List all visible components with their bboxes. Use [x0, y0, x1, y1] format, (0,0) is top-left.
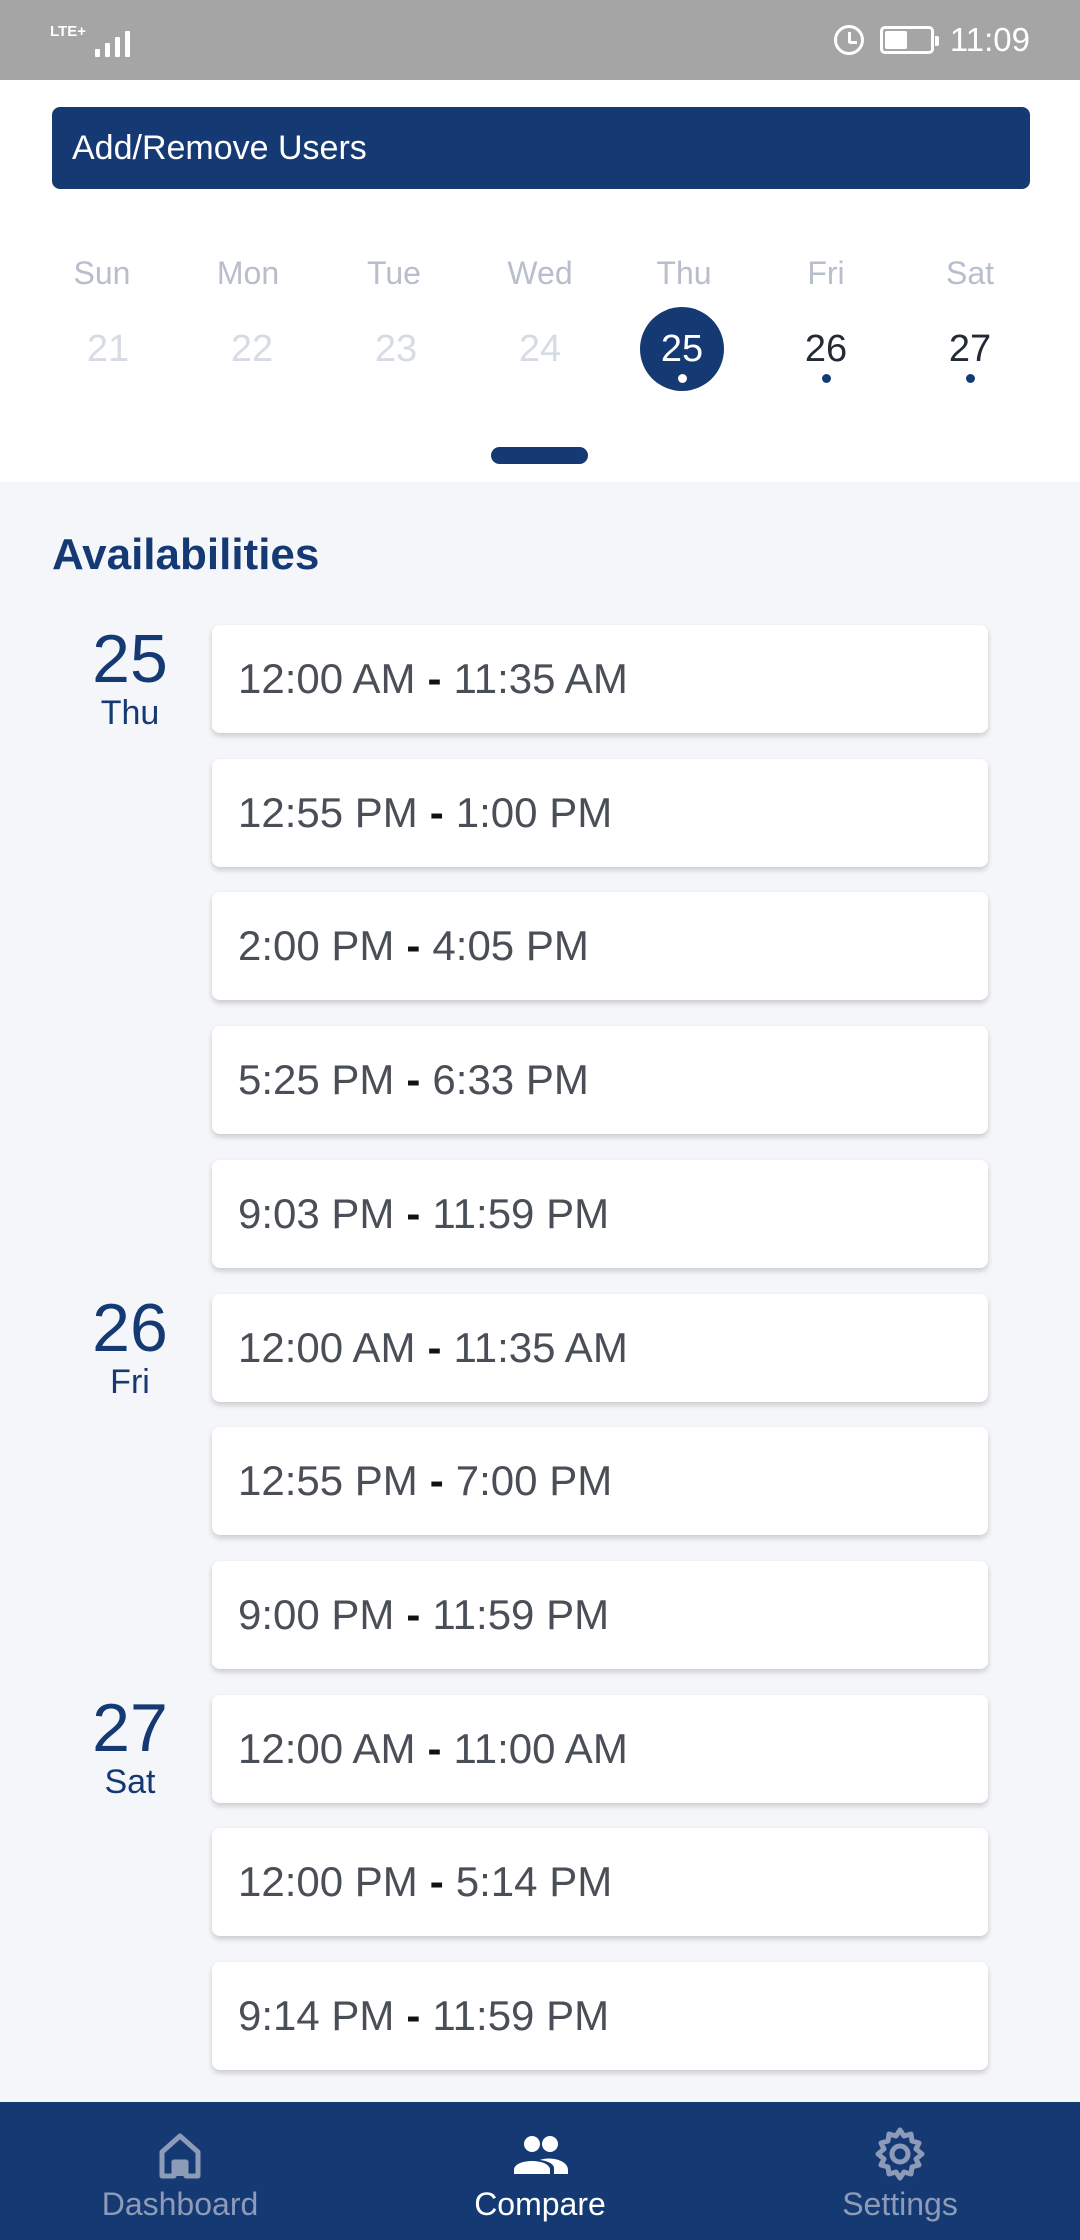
- people-icon: [510, 2126, 570, 2182]
- day-21-button: 21: [66, 307, 150, 391]
- nav-compare[interactable]: Compare: [360, 2102, 720, 2240]
- nav-dashboard[interactable]: Dashboard: [0, 2102, 360, 2240]
- slot-start-time: 12:00 AM: [238, 655, 416, 702]
- slot-end-time: 4:05 PM: [432, 922, 589, 969]
- slot-separator: -: [406, 1591, 421, 1638]
- nav-label: Compare: [474, 2185, 606, 2222]
- availabilities-title: Availabilities: [52, 530, 320, 579]
- slot-end-time: 11:59 PM: [432, 1992, 610, 2039]
- date-label-day-number: 25: [92, 621, 168, 697]
- slot-separator: -: [429, 1858, 444, 1905]
- week-scroll-indicator[interactable]: [491, 447, 588, 464]
- nav-settings[interactable]: Settings: [720, 2102, 1080, 2240]
- day-24-button: 24: [498, 307, 582, 391]
- slot-separator: -: [406, 1992, 421, 2039]
- day-22-button: 22: [210, 307, 294, 391]
- slot-start-time: 12:55 PM: [238, 1457, 418, 1504]
- status-bar: LTE+ 11:09: [0, 0, 1080, 80]
- slot-end-time: 11:00 AM: [453, 1725, 628, 1772]
- availability-slot[interactable]: 12:00 PM -5:14 PM: [212, 1828, 988, 1936]
- status-time: 11:09: [949, 21, 1030, 58]
- date-label: 27 Sat: [80, 1694, 180, 1802]
- slot-separator: -: [427, 655, 442, 702]
- slot-separator: -: [427, 1725, 442, 1772]
- day-name-sun: Sun: [73, 255, 131, 291]
- availability-slot[interactable]: 12:55 PM -7:00 PM: [212, 1427, 988, 1535]
- availability-slot[interactable]: 9:14 PM -11:59 PM: [212, 1962, 988, 2070]
- day-name-sat: Sat: [945, 255, 995, 291]
- slot-start-time: 5:25 PM: [238, 1056, 395, 1103]
- slot-start-time: 12:55 PM: [238, 789, 418, 836]
- nav-label: Settings: [842, 2185, 958, 2222]
- signal-icon: LTE+: [50, 23, 130, 57]
- date-label-weekday: Thu: [100, 694, 160, 732]
- availability-dot: [966, 374, 975, 383]
- day-name-fri: Fri: [807, 255, 845, 291]
- availability-slot[interactable]: 12:00 AM -11:00 AM: [212, 1695, 988, 1803]
- day-name-thu: Thu: [656, 255, 712, 291]
- availability-dot: [678, 374, 687, 383]
- slot-end-time: 11:35 AM: [453, 655, 628, 702]
- slot-separator: -: [406, 1056, 421, 1103]
- day-number: 24: [518, 327, 562, 370]
- slot-end-time: 11:59 PM: [432, 1190, 610, 1237]
- day-number: 23: [374, 327, 418, 370]
- alarm-icon: [833, 25, 864, 55]
- date-label-day-number: 26: [92, 1290, 168, 1366]
- slot-start-time: 2:00 PM: [238, 922, 395, 969]
- slot-end-time: 6:33 PM: [432, 1056, 589, 1103]
- slot-end-time: 11:59 PM: [432, 1591, 610, 1638]
- slot-start-time: 9:14 PM: [238, 1992, 395, 2039]
- availability-dot: [822, 374, 831, 383]
- slot-start-time: 12:00 PM: [238, 1858, 418, 1905]
- day-number: 25: [660, 327, 704, 370]
- slot-end-time: 7:00 PM: [455, 1457, 613, 1504]
- day-name-mon: Mon: [216, 255, 280, 291]
- slot-end-time: 1:00 PM: [455, 789, 613, 836]
- slot-separator: -: [429, 1457, 444, 1504]
- slot-separator: -: [406, 1190, 421, 1237]
- network-type: LTE+: [50, 23, 86, 40]
- slot-start-time: 12:00 AM: [238, 1725, 416, 1772]
- slot-separator: -: [406, 922, 421, 969]
- date-label-weekday: Sat: [104, 1763, 156, 1801]
- slot-end-time: 11:35 AM: [453, 1324, 628, 1371]
- slot-start-time: 12:00 AM: [238, 1324, 416, 1371]
- bottom-navigation: Dashboard Compare Settings: [0, 2102, 1080, 2240]
- day-number: 26: [804, 327, 848, 370]
- availability-slot[interactable]: 12:00 AM -11:35 AM: [212, 1294, 988, 1402]
- day-name-wed: Wed: [507, 255, 573, 291]
- home-icon: [150, 2126, 210, 2182]
- availability-slot[interactable]: 9:00 PM -11:59 PM: [212, 1561, 988, 1669]
- availability-slot[interactable]: 5:25 PM -6:33 PM: [212, 1026, 988, 1134]
- calendar-header: Add/Remove Users Sun 21 Mon 22 Tue 23 Wed 24 Thu…: [0, 80, 1080, 482]
- day-number: 27: [948, 327, 992, 370]
- nav-label: Dashboard: [101, 2185, 259, 2222]
- day-number: 22: [230, 327, 274, 370]
- slot-start-time: 9:03 PM: [238, 1190, 395, 1237]
- day-number: 21: [86, 327, 130, 370]
- availability-slot[interactable]: 9:03 PM -11:59 PM: [212, 1160, 988, 1268]
- day-26-button[interactable]: 26: [784, 307, 868, 391]
- slot-separator: -: [429, 789, 444, 836]
- day-27-button[interactable]: 27: [928, 307, 1012, 391]
- battery-icon: [879, 26, 939, 54]
- slot-start-time: 9:00 PM: [238, 1591, 395, 1638]
- date-label-day-number: 27: [92, 1690, 168, 1766]
- slot-end-time: 5:14 PM: [455, 1858, 613, 1905]
- day-name-tue: Tue: [367, 255, 421, 291]
- day-23-button: 23: [354, 307, 438, 391]
- add-remove-users-button[interactable]: Add/Remove Users: [52, 107, 1030, 189]
- availability-slot[interactable]: 2:00 PM -4:05 PM: [212, 892, 988, 1000]
- date-label: 26 Fri: [80, 1294, 180, 1402]
- availability-slot[interactable]: 12:55 PM -1:00 PM: [212, 759, 988, 867]
- slot-separator: -: [427, 1324, 442, 1371]
- day-25-button[interactable]: 25: [640, 307, 724, 391]
- date-label: 25 Thu: [80, 625, 180, 733]
- availability-slot[interactable]: 12:00 AM -11:35 AM: [212, 625, 988, 733]
- date-label-weekday: Fri: [110, 1363, 150, 1401]
- gear-icon: [870, 2126, 930, 2182]
